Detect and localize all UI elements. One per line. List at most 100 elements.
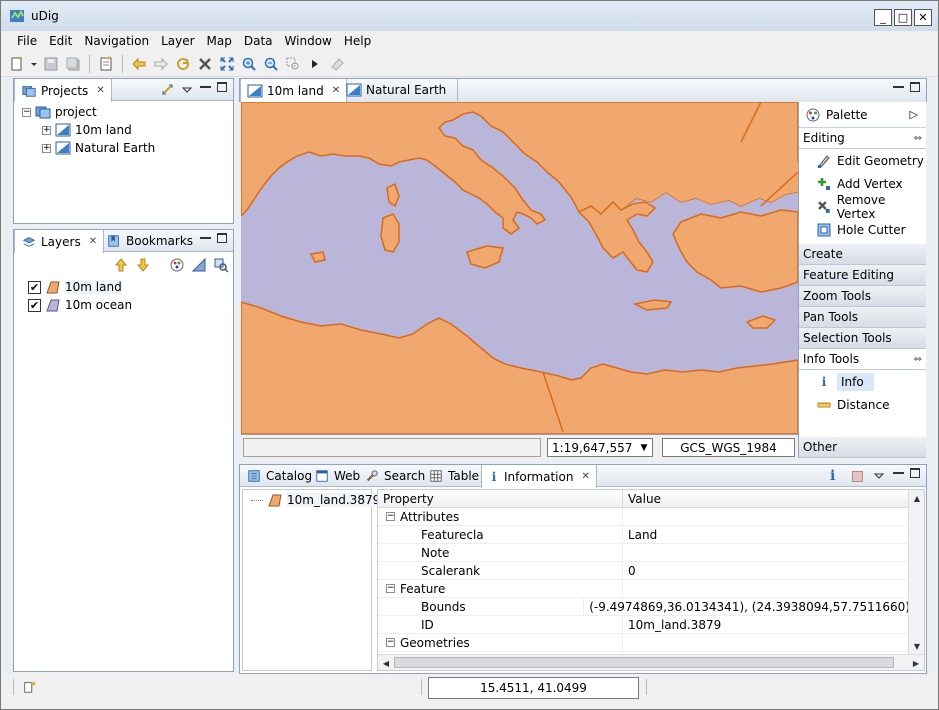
- arrow-down-icon[interactable]: [135, 257, 151, 273]
- style-icon[interactable]: [191, 257, 207, 273]
- minimize-window-button[interactable]: _: [874, 9, 892, 26]
- stop-button[interactable]: [195, 54, 215, 74]
- expand-icon[interactable]: +: [42, 125, 51, 135]
- chevron-right-icon[interactable]: ▷: [910, 108, 918, 121]
- tab-catalog[interactable]: Catalog: [240, 465, 318, 487]
- palette-color-icon[interactable]: [169, 257, 185, 273]
- drawer-pan-tools[interactable]: Pan Tools: [799, 307, 926, 328]
- horizontal-scrollbar[interactable]: ◀ ▶: [378, 654, 924, 670]
- property-row[interactable]: Bounds (-9.4974869,36.0134341), (24.3938…: [378, 598, 910, 616]
- drawer-zoom-tools[interactable]: Zoom Tools: [799, 286, 926, 307]
- collapse-icon[interactable]: −: [386, 512, 395, 521]
- crs-field[interactable]: GCS_WGS_1984: [662, 438, 795, 457]
- zoom-extent-button[interactable]: [217, 54, 237, 74]
- new-dropdown-button[interactable]: [29, 54, 39, 74]
- maximize-window-button[interactable]: □: [894, 9, 912, 26]
- drawer-editing[interactable]: Editing ⇔: [799, 128, 926, 149]
- arrow-up-icon[interactable]: [113, 257, 129, 273]
- drawer-feature-editing[interactable]: Feature Editing: [799, 265, 926, 286]
- fast-view-icon[interactable]: [23, 680, 37, 694]
- save-all-button[interactable]: [63, 54, 83, 74]
- scroll-right-icon[interactable]: ▶: [908, 655, 924, 670]
- menu-map[interactable]: Map: [201, 34, 238, 48]
- maximize-icon[interactable]: [217, 82, 227, 92]
- expand-icon[interactable]: +: [42, 143, 51, 153]
- view-menu-icon[interactable]: [874, 471, 884, 481]
- menu-navigation[interactable]: Navigation: [78, 34, 155, 48]
- drawer-info-tools[interactable]: Info Tools ⇔: [799, 349, 926, 370]
- tree-item-project[interactable]: − project: [22, 103, 97, 121]
- column-header-property[interactable]: Property: [378, 490, 623, 507]
- refresh-button[interactable]: [173, 54, 193, 74]
- forward-button[interactable]: [151, 54, 171, 74]
- tool-edit-geometry[interactable]: Edit Geometry: [799, 149, 926, 172]
- maximize-icon[interactable]: [217, 233, 227, 243]
- map-canvas[interactable]: [241, 102, 798, 434]
- close-icon[interactable]: ✕: [96, 85, 104, 96]
- vertical-scrollbar[interactable]: ▲ ▼: [908, 490, 924, 654]
- tab-map-10m-land[interactable]: 10m land ✕: [240, 79, 348, 102]
- menu-edit[interactable]: Edit: [43, 34, 78, 48]
- tab-table[interactable]: Table: [422, 465, 485, 487]
- new-button[interactable]: [7, 54, 27, 74]
- scroll-down-icon[interactable]: ▼: [909, 638, 924, 654]
- next-button[interactable]: [305, 54, 325, 74]
- tab-map-natural-earth[interactable]: Natural Earth: [340, 79, 458, 101]
- property-row[interactable]: Note: [378, 544, 910, 562]
- info-icon[interactable]: i: [830, 468, 835, 484]
- zoom-selection-button[interactable]: [283, 54, 303, 74]
- tab-projects[interactable]: Projects ✕: [14, 79, 112, 102]
- minimize-icon[interactable]: [200, 86, 211, 96]
- scale-combo[interactable]: 1:19,647,557 ▼: [547, 438, 653, 457]
- drawer-create[interactable]: Create: [799, 244, 926, 265]
- maximize-icon[interactable]: [910, 468, 920, 478]
- tab-layers[interactable]: Layers ✕: [14, 230, 105, 253]
- close-icon[interactable]: ✕: [89, 236, 97, 247]
- minimize-icon[interactable]: [200, 237, 211, 247]
- tool-distance[interactable]: Distance: [799, 393, 926, 416]
- pin-icon[interactable]: ⇔: [914, 354, 922, 365]
- menu-layer[interactable]: Layer: [155, 34, 200, 48]
- collapse-icon[interactable]: −: [22, 107, 31, 117]
- scroll-thumb[interactable]: [394, 657, 894, 668]
- layer-visibility-checkbox[interactable]: ✔: [28, 298, 41, 312]
- zoom-in-button[interactable]: [239, 54, 259, 74]
- save-button[interactable]: [41, 54, 61, 74]
- menu-file[interactable]: File: [11, 34, 43, 48]
- view-menu-icon[interactable]: [182, 85, 192, 95]
- feature-list-item[interactable]: 10m_land.3879: [251, 493, 381, 507]
- open-project-button[interactable]: [96, 54, 116, 74]
- property-row[interactable]: Featurecla Land: [378, 526, 910, 544]
- tree-item-map[interactable]: + Natural Earth: [42, 139, 155, 157]
- minimize-icon[interactable]: [893, 472, 904, 482]
- collapse-icon[interactable]: −: [386, 638, 395, 647]
- close-icon[interactable]: ✕: [581, 471, 589, 482]
- back-button[interactable]: [129, 54, 149, 74]
- menu-window[interactable]: Window: [279, 34, 338, 48]
- scroll-left-icon[interactable]: ◀: [378, 655, 394, 670]
- column-header-value[interactable]: Value: [623, 490, 661, 507]
- layer-visibility-checkbox[interactable]: ✔: [28, 280, 41, 294]
- minimize-icon[interactable]: [893, 86, 904, 96]
- close-icon[interactable]: ✕: [332, 85, 340, 96]
- palette-header[interactable]: Palette ▷: [799, 102, 926, 128]
- zoom-out-button[interactable]: [261, 54, 281, 74]
- menu-data[interactable]: Data: [238, 34, 279, 48]
- layer-search-icon[interactable]: [213, 257, 229, 273]
- scroll-up-icon[interactable]: ▲: [909, 490, 924, 506]
- tab-information[interactable]: i Information ✕: [481, 465, 597, 488]
- eraser-button[interactable]: [327, 54, 347, 74]
- stop-icon[interactable]: [852, 471, 863, 482]
- close-window-button[interactable]: ✕: [914, 9, 932, 26]
- drawer-other[interactable]: Other: [799, 437, 926, 458]
- property-group-row[interactable]: − Feature: [378, 580, 910, 598]
- collapse-icon[interactable]: −: [386, 584, 395, 593]
- property-row[interactable]: ID 10m_land.3879: [378, 616, 910, 634]
- tab-search[interactable]: Search: [358, 465, 431, 487]
- link-icon[interactable]: [160, 82, 176, 98]
- tab-bookmarks[interactable]: Bookmarks: [100, 230, 199, 252]
- chevron-down-icon[interactable]: ▼: [636, 439, 652, 456]
- layer-row[interactable]: ✔ 10m ocean: [28, 296, 132, 314]
- property-row[interactable]: Scalerank 0: [378, 562, 910, 580]
- tree-item-map[interactable]: + 10m land: [42, 121, 132, 139]
